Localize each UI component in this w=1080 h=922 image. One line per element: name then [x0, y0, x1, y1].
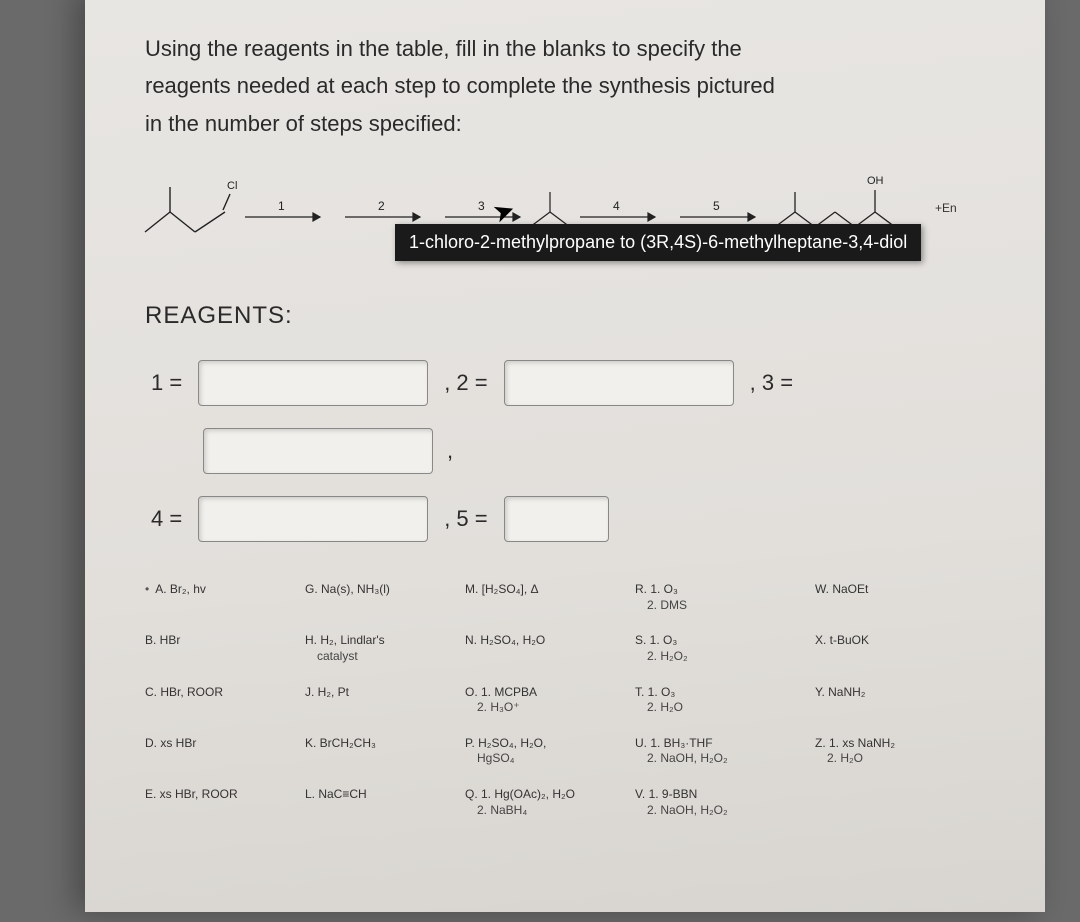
- reagent-D: D. xs HBr: [145, 736, 295, 767]
- step-num: 2: [378, 199, 385, 213]
- input-step-2[interactable]: [504, 360, 734, 406]
- answer-row-3: 4 = , 5 =: [145, 496, 995, 542]
- input-step-5[interactable]: [504, 496, 609, 542]
- input-step-4[interactable]: [198, 496, 428, 542]
- reagent-T: T. 1. O₃2. H₂O: [635, 685, 805, 716]
- reagent-K: K. BrCH₂CH₃: [305, 736, 455, 767]
- reagent-Q: Q. 1. Hg(OAc)₂, H₂O2. NaBH₄: [465, 787, 625, 818]
- prompt-line: in the number of steps specified:: [145, 111, 462, 136]
- label-3: , 3 =: [750, 370, 793, 396]
- reagent-W: W. NaOEt: [815, 582, 965, 613]
- reagent-N: N. H₂SO₄, H₂O: [465, 633, 625, 664]
- reagents-heading: REAGENTS:: [145, 302, 995, 330]
- label-1: 1 =: [151, 370, 182, 396]
- step-num: 3: [478, 199, 485, 213]
- prompt-line: Using the reagents in the table, fill in…: [145, 36, 742, 61]
- reagent-L: L. NaC≡CH: [305, 787, 455, 818]
- step-num: 1: [278, 199, 285, 213]
- reagent-C: C. HBr, ROOR: [145, 685, 295, 716]
- input-step-3[interactable]: [203, 428, 433, 474]
- separator-comma: ,: [447, 438, 453, 464]
- oh-label: OH: [867, 175, 884, 187]
- reagent-V: V. 1. 9-BBN2. NaOH, H₂O₂: [635, 787, 805, 818]
- reagent-X: X. t-BuOK: [815, 633, 965, 664]
- reagent-J: J. H₂, Pt: [305, 685, 455, 716]
- reagent-table: •A. Br₂, hv G. Na(s), NH₃(l) M. [H₂SO₄],…: [145, 582, 995, 818]
- reagent-P: P. H₂SO₄, H₂O,HgSO₄: [465, 736, 625, 767]
- reagent-G: G. Na(s), NH₃(l): [305, 582, 455, 613]
- reagent-blank: [815, 787, 965, 818]
- step-num: 5: [713, 199, 720, 213]
- answer-row-1: 1 = , 2 = , 3 =: [145, 360, 995, 406]
- reagent-A: •A. Br₂, hv: [145, 582, 295, 613]
- answer-row-2: ,: [203, 428, 995, 474]
- worksheet-page: Using the reagents in the table, fill in…: [85, 0, 1045, 912]
- reagent-Z: Z. 1. xs NaNH₂2. H₂O: [815, 736, 965, 767]
- reagent-Y: Y. NaNH₂: [815, 685, 965, 716]
- reagent-B: B. HBr: [145, 633, 295, 664]
- cl-label: Cl: [227, 180, 237, 192]
- reagent-O: O. 1. MCPBA2. H₃O⁺: [465, 685, 625, 716]
- enantiomer-label: +En: [935, 201, 957, 215]
- question-prompt: Using the reagents in the table, fill in…: [145, 30, 995, 142]
- structure-tooltip: 1-chloro-2-methylpropane to (3R,4S)-6-me…: [395, 224, 921, 261]
- input-step-1[interactable]: [198, 360, 428, 406]
- step-num: 4: [613, 199, 620, 213]
- reagent-H: H. H₂, Lindlar'scatalyst: [305, 633, 455, 664]
- reaction-scheme: Cl 1 2 3 4 5: [135, 162, 995, 282]
- scheme-svg: Cl 1 2 3 4 5: [135, 162, 1035, 282]
- reagent-S: S. 1. O₃2. H₂O₂: [635, 633, 805, 664]
- label-5: , 5 =: [444, 506, 487, 532]
- reagent-E: E. xs HBr, ROOR: [145, 787, 295, 818]
- label-4: 4 =: [151, 506, 182, 532]
- label-2: , 2 =: [444, 370, 487, 396]
- reagent-R: R. 1. O₃2. DMS: [635, 582, 805, 613]
- prompt-line: reagents needed at each step to complete…: [145, 73, 775, 98]
- reagent-U: U. 1. BH₃·THF2. NaOH, H₂O₂: [635, 736, 805, 767]
- reagent-M: M. [H₂SO₄], Δ: [465, 582, 625, 613]
